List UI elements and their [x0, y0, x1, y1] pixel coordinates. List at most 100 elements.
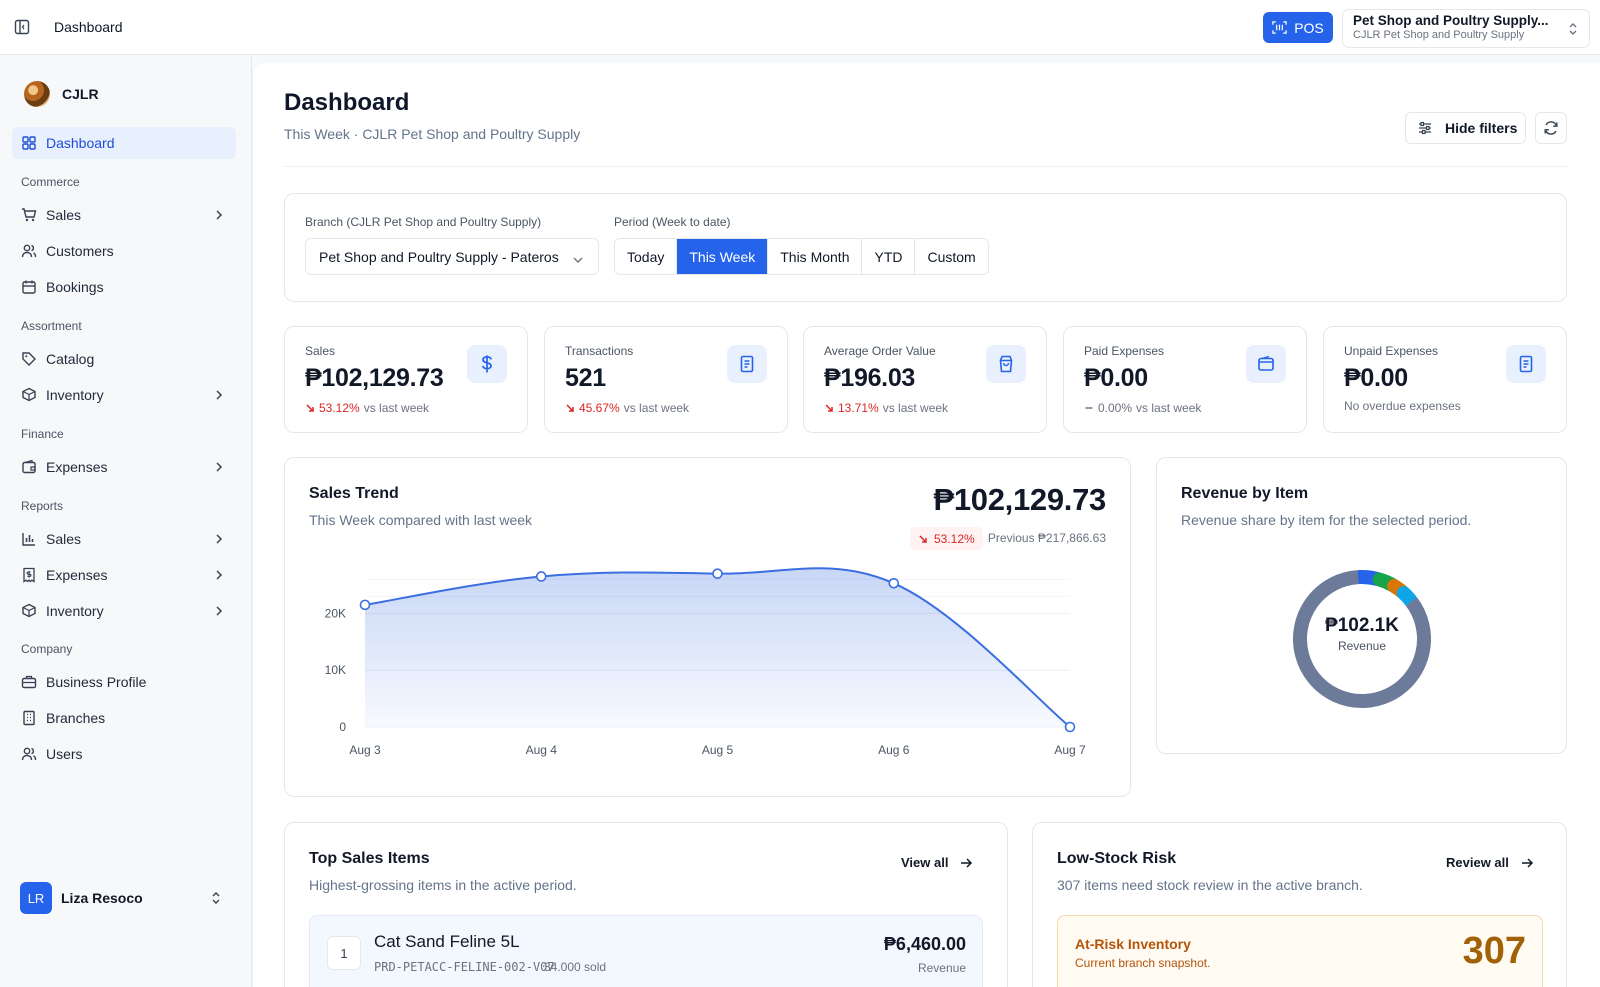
sidebar-item-label: Customers [46, 243, 114, 259]
branch-value: Pet Shop and Poultry Supply - Pateros [319, 248, 559, 265]
pos-button[interactable]: POS [1263, 12, 1333, 43]
section-company: Company [21, 642, 73, 656]
receipt-icon [1506, 345, 1546, 383]
view-all-button[interactable]: View all [901, 855, 973, 870]
sliders-icon [1419, 121, 1431, 135]
view-all-label: View all [901, 855, 949, 870]
kpi-value: ₱102,129.73 [305, 364, 444, 392]
top-bar: Dashboard POS Pet Shop and Poultry Suppl… [0, 0, 1600, 55]
store-switcher[interactable]: Pet Shop and Poultry Supply... CJLR Pet … [1342, 9, 1590, 48]
section-commerce: Commerce [21, 175, 80, 189]
chevron-right-icon [214, 568, 224, 585]
sidebar-item-expenses[interactable]: Expenses [12, 451, 236, 483]
receipt-icon [727, 345, 767, 383]
chevrons-up-down-icon [210, 890, 222, 909]
sidebar-item-report-expenses[interactable]: Expenses [12, 559, 236, 591]
sidebar-item-label: Branches [46, 710, 106, 726]
sidebar-item-report-sales[interactable]: Sales [12, 523, 236, 555]
card-subtitle: Highest-grossing items in the active per… [309, 877, 577, 893]
kpi-card-transactions: Transactions 521 45.67% vs last week [544, 326, 788, 433]
bar-chart-icon [21, 531, 37, 547]
x-tick-label: Aug 4 [526, 743, 558, 757]
package-search-icon [21, 603, 37, 619]
sidebar-item-catalog[interactable]: Catalog [12, 343, 236, 375]
section-reports: Reports [21, 499, 64, 513]
review-all-label: Review all [1446, 855, 1509, 870]
sidebar-item-customers[interactable]: Customers [12, 235, 236, 267]
breadcrumb: Dashboard [54, 19, 123, 35]
kpi-change-value: 13.71% [838, 401, 879, 415]
card-subtitle: 307 items need stock review in the activ… [1057, 877, 1363, 893]
period-this-week[interactable]: This Week [677, 239, 769, 274]
sidebar-item-label: Catalog [46, 351, 95, 367]
sidebar-item-label: Expenses [46, 459, 108, 475]
avatar: LR [20, 882, 52, 914]
donut-center: ₱102.1K Revenue [1312, 615, 1412, 653]
sidebar-item-report-inventory[interactable]: Inventory [12, 595, 236, 627]
kpi-change-value: 0.00% [1098, 401, 1133, 415]
list-item[interactable]: 1 Cat Sand Feline 5L PRD-PETACC-FELINE-0… [309, 915, 983, 987]
sidebar-item-bookings[interactable]: Bookings [12, 271, 236, 303]
users-icon [21, 746, 37, 762]
risk-count: 307 [1462, 930, 1526, 972]
page-subtitle: This Week · CJLR Pet Shop and Poultry Su… [284, 126, 581, 142]
period-custom[interactable]: Custom [915, 239, 987, 274]
sidebar-item-branches[interactable]: Branches [12, 702, 236, 734]
refresh-icon [1544, 121, 1558, 135]
period-this-month[interactable]: This Month [768, 239, 863, 274]
sidebar-item-business-profile[interactable]: Business Profile [12, 666, 236, 698]
kpi-value: ₱196.03 [824, 364, 916, 392]
data-point [1064, 721, 1076, 733]
sales-trend-chart: 0 10K 20K Aug 3 Aug 4 Aug 5 Aug 6 Aug 7 [325, 567, 1086, 757]
kpi-change: 53.12% vs last week [305, 401, 429, 415]
user-menu[interactable]: LR Liza Resoco [20, 882, 232, 914]
section-finance: Finance [21, 427, 64, 441]
scan-icon [1272, 21, 1287, 34]
period-ytd[interactable]: YTD [862, 239, 916, 274]
sidebar-item-label: Sales [46, 531, 82, 547]
arrow-right-icon [961, 857, 973, 868]
org-name: CJLR [62, 86, 99, 102]
chevron-right-icon [214, 532, 224, 549]
dollar-icon [467, 345, 507, 383]
sidebar-item-users[interactable]: Users [12, 738, 236, 770]
low-stock-risk-card: Low-Stock Risk 307 items need stock revi… [1032, 822, 1567, 987]
risk-title: At-Risk Inventory [1075, 936, 1191, 952]
period-label: Period (Week to date) [614, 215, 731, 229]
branch-select[interactable]: Pet Shop and Poultry Supply - Pateros [305, 238, 599, 275]
trend-down-icon [306, 404, 314, 412]
hide-filters-label: Hide filters [1445, 120, 1518, 136]
sidebar-item-dashboard[interactable]: Dashboard [12, 127, 236, 159]
sidebar-item-inventory[interactable]: Inventory [12, 379, 236, 411]
kpi-value: 521 [565, 364, 606, 392]
section-assortment: Assortment [21, 319, 82, 333]
sidebar-toggle-icon[interactable] [14, 19, 32, 37]
refresh-button[interactable] [1535, 112, 1567, 144]
kpi-note: No overdue expenses [1344, 399, 1461, 413]
kpi-change: 45.67% vs last week [565, 401, 689, 415]
kpi-card-unpaid-expenses: Unpaid Expenses ₱0.00 No overdue expense… [1323, 326, 1567, 433]
sidebar-item-label: Inventory [46, 387, 104, 403]
sales-trend-card: Sales Trend This Week compared with last… [284, 457, 1131, 797]
donut-segment[interactable] [1396, 586, 1418, 608]
sidebar: CJLR Dashboard Commerce Sales Customers … [0, 55, 252, 987]
x-tick-label: Aug 3 [349, 743, 381, 757]
period-today[interactable]: Today [615, 239, 678, 274]
card-title: Low-Stock Risk [1057, 850, 1177, 867]
at-risk-inventory-panel[interactable]: At-Risk Inventory Current branch snapsho… [1057, 915, 1543, 987]
review-all-button[interactable]: Review all [1446, 855, 1534, 870]
y-tick-label: 0 [339, 720, 346, 734]
kpi-value: ₱0.00 [1344, 364, 1408, 392]
hide-filters-button[interactable]: Hide filters [1405, 112, 1526, 144]
arrow-right-icon [1521, 857, 1533, 868]
user-name: Liza Resoco [61, 890, 143, 906]
users-icon [21, 243, 37, 259]
cart-icon [21, 207, 37, 223]
kpi-card-average-order-value: Average Order Value ₱196.03 13.71% vs la… [803, 326, 1047, 433]
data-point [712, 568, 723, 579]
sidebar-item-sales[interactable]: Sales [12, 199, 236, 231]
wallet-icon [1246, 345, 1286, 383]
org-header[interactable]: CJLR [24, 81, 99, 107]
sidebar-item-label: Dashboard [46, 135, 115, 151]
sidebar-item-label: Business Profile [46, 674, 147, 690]
